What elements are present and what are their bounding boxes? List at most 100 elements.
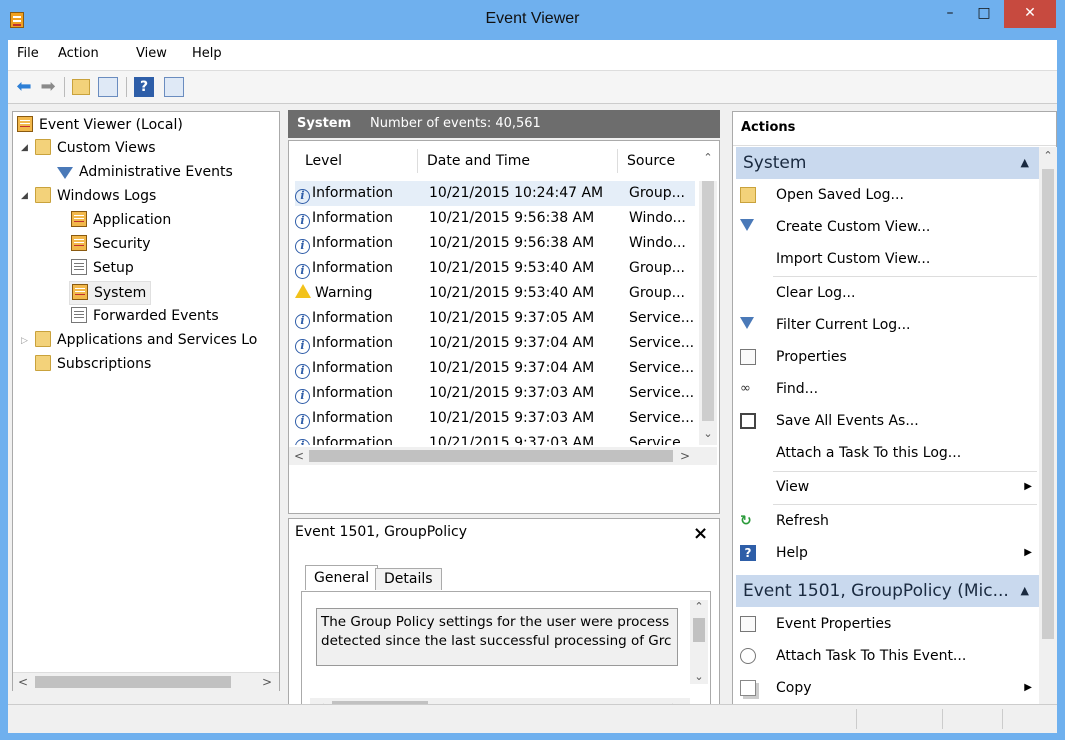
event-description-line: detected since the last successful proce…	[321, 633, 672, 649]
table-row[interactable]: i Information 10/21/2015 9:37:04 AM Service…	[295, 356, 695, 381]
tree-item-windows-logs[interactable]: Windows Logs	[35, 185, 156, 207]
title-bar: Event Viewer – □ ✕	[0, 0, 1065, 40]
action-filter-current-log[interactable]: Filter Current Log...	[736, 309, 1036, 341]
tree-item-applications-and-services[interactable]: Applications and Services Lo	[35, 329, 257, 351]
scroll-down-icon[interactable]: ⌄	[690, 670, 708, 683]
table-row[interactable]: i Information 10/21/2015 9:53:40 AM Group..…	[295, 256, 695, 281]
tree-item-security[interactable]: Security	[71, 233, 151, 255]
action-properties[interactable]: Properties	[736, 341, 1036, 373]
client-area: File Action View Help ⬅ ➡ ? Event Viewer…	[8, 40, 1057, 733]
scrollbar-thumb[interactable]	[1042, 169, 1054, 639]
scrollbar-thumb[interactable]	[702, 181, 714, 421]
expand-arrow-icon[interactable]: ◢	[21, 191, 28, 201]
tree-item-custom-views[interactable]: Custom Views	[35, 137, 156, 159]
table-row[interactable]: iInformation 10/21/2015 9:37:03 AM Service…	[295, 406, 695, 431]
tree-item-application[interactable]: Application	[71, 209, 171, 231]
scrollbar-thumb[interactable]	[693, 618, 705, 642]
level-text: Information	[312, 410, 394, 426]
scrollbar-thumb[interactable]	[309, 450, 673, 462]
tree-item-system[interactable]: System	[69, 281, 152, 305]
table-row[interactable]: Warning 10/21/2015 9:53:40 AM Group...	[295, 281, 695, 306]
show-hide-action-pane-icon[interactable]	[164, 77, 184, 97]
scroll-left-icon[interactable]: <	[291, 447, 307, 465]
folder-icon	[35, 331, 51, 347]
action-label: Copy	[776, 680, 812, 696]
event-description[interactable]: The Group Policy settings for the user w…	[316, 608, 678, 666]
menu-bar: File Action View Help	[8, 40, 1057, 71]
menu-file[interactable]: File	[17, 46, 39, 61]
column-header-level[interactable]: Level	[305, 149, 342, 173]
expand-arrow-icon[interactable]: ◢	[21, 143, 28, 153]
maximize-button[interactable]: □	[970, 0, 998, 28]
tab-details[interactable]: Details	[375, 568, 442, 590]
action-view[interactable]: View ▶	[736, 471, 1036, 503]
scroll-up-icon[interactable]: ⌃	[690, 600, 708, 613]
show-hide-tree-icon[interactable]	[98, 77, 118, 97]
scroll-down-icon[interactable]: ⌄	[699, 427, 717, 440]
action-help[interactable]: ? Help ▶	[736, 537, 1036, 569]
column-header-date-time[interactable]: Date and Time	[427, 149, 530, 173]
table-row[interactable]: i Information 10/21/2015 9:37:05 AM Service…	[295, 306, 695, 331]
help-icon[interactable]: ?	[134, 77, 154, 97]
scrollbar-thumb[interactable]	[35, 676, 231, 688]
table-row[interactable]: i Information 10/21/2015 10:24:47 AM Group.…	[295, 181, 695, 206]
collapse-arrow-icon[interactable]: ▷	[21, 336, 28, 346]
table-row[interactable]: i Information 10/21/2015 9:37:04 AM Service…	[295, 331, 695, 356]
tree-label: Custom Views	[57, 140, 156, 156]
menu-help[interactable]: Help	[192, 46, 222, 61]
action-create-custom-view[interactable]: Create Custom View...	[736, 211, 1036, 243]
minimize-button[interactable]: –	[936, 0, 964, 28]
tree-item-administrative-events[interactable]: Administrative Events	[57, 161, 233, 183]
table-row[interactable]: iInformation 10/21/2015 9:37:03 AM Service…	[295, 431, 695, 445]
scroll-right-icon[interactable]: >	[677, 447, 693, 465]
collapse-up-icon[interactable]: ▲	[1021, 147, 1029, 179]
action-attach-task-to-log[interactable]: Attach a Task To this Log...	[736, 437, 1036, 469]
tree-item-subscriptions[interactable]: Subscriptions	[35, 353, 151, 375]
description-vertical-scrollbar[interactable]: ⌃ ⌄	[690, 600, 708, 684]
menu-view[interactable]: View	[136, 46, 167, 61]
action-event-properties[interactable]: Event Properties	[736, 608, 1036, 640]
back-icon[interactable]: ⬅	[14, 77, 34, 97]
action-copy[interactable]: Copy ▶	[736, 672, 1036, 704]
table-row[interactable]: i Information 10/21/2015 9:56:38 AM Windo..…	[295, 231, 695, 256]
level-text: Information	[312, 360, 394, 376]
forward-icon[interactable]: ➡	[38, 77, 58, 97]
tree-label: Applications and Services Lo	[57, 332, 258, 348]
event-list-vertical-scrollbar[interactable]: ⌃ ⌄	[699, 151, 717, 445]
source-cell: Service...	[629, 410, 695, 426]
level-text: Information	[312, 335, 394, 351]
log-icon	[71, 259, 87, 275]
tree-item-event-viewer-local[interactable]: Event Viewer (Local)	[17, 114, 183, 136]
tree-item-forwarded-events[interactable]: Forwarded Events	[71, 305, 219, 327]
action-attach-task-to-event[interactable]: Attach Task To This Event...	[736, 640, 1036, 672]
close-button[interactable]: ✕	[1004, 0, 1056, 28]
action-find[interactable]: ∞ Find...	[736, 373, 1036, 405]
tree-item-setup[interactable]: Setup	[71, 257, 134, 279]
tab-general[interactable]: General	[305, 565, 379, 590]
event-count: Number of events: 40,561	[370, 116, 541, 131]
up-folder-icon[interactable]	[72, 79, 90, 95]
actions-vertical-scrollbar[interactable]: ⌃ ⌄	[1039, 147, 1057, 719]
scroll-left-icon[interactable]: <	[15, 673, 31, 691]
action-save-all-events[interactable]: Save All Events As...	[736, 405, 1036, 437]
scroll-right-icon[interactable]: >	[259, 673, 275, 691]
tree-horizontal-scrollbar[interactable]: < >	[13, 672, 279, 691]
event-list-horizontal-scrollbar[interactable]: < >	[289, 447, 717, 465]
scroll-up-icon[interactable]: ⌃	[699, 151, 717, 164]
table-row[interactable]: iInformation 10/21/2015 9:37:03 AM Service…	[295, 381, 695, 406]
scroll-up-icon[interactable]: ⌃	[1039, 149, 1057, 162]
close-detail-icon[interactable]: ×	[693, 523, 708, 544]
level-text: Information	[312, 235, 394, 251]
action-label: Create Custom View...	[776, 219, 931, 235]
menu-action[interactable]: Action	[58, 46, 99, 61]
action-open-saved-log[interactable]: Open Saved Log...	[736, 179, 1036, 211]
action-clear-log[interactable]: Clear Log...	[736, 277, 1036, 309]
column-header-source[interactable]: Source	[627, 149, 675, 173]
properties-icon	[740, 616, 756, 632]
actions-group-event[interactable]: Event 1501, GroupPolicy (Mic... ▲	[736, 575, 1039, 607]
action-import-custom-view[interactable]: Import Custom View...	[736, 243, 1036, 275]
actions-group-system[interactable]: System ▲	[736, 147, 1039, 179]
collapse-up-icon[interactable]: ▲	[1021, 575, 1029, 607]
action-refresh[interactable]: ↻ Refresh	[736, 505, 1036, 537]
table-row[interactable]: i Information 10/21/2015 9:56:38 AM Windo..…	[295, 206, 695, 231]
